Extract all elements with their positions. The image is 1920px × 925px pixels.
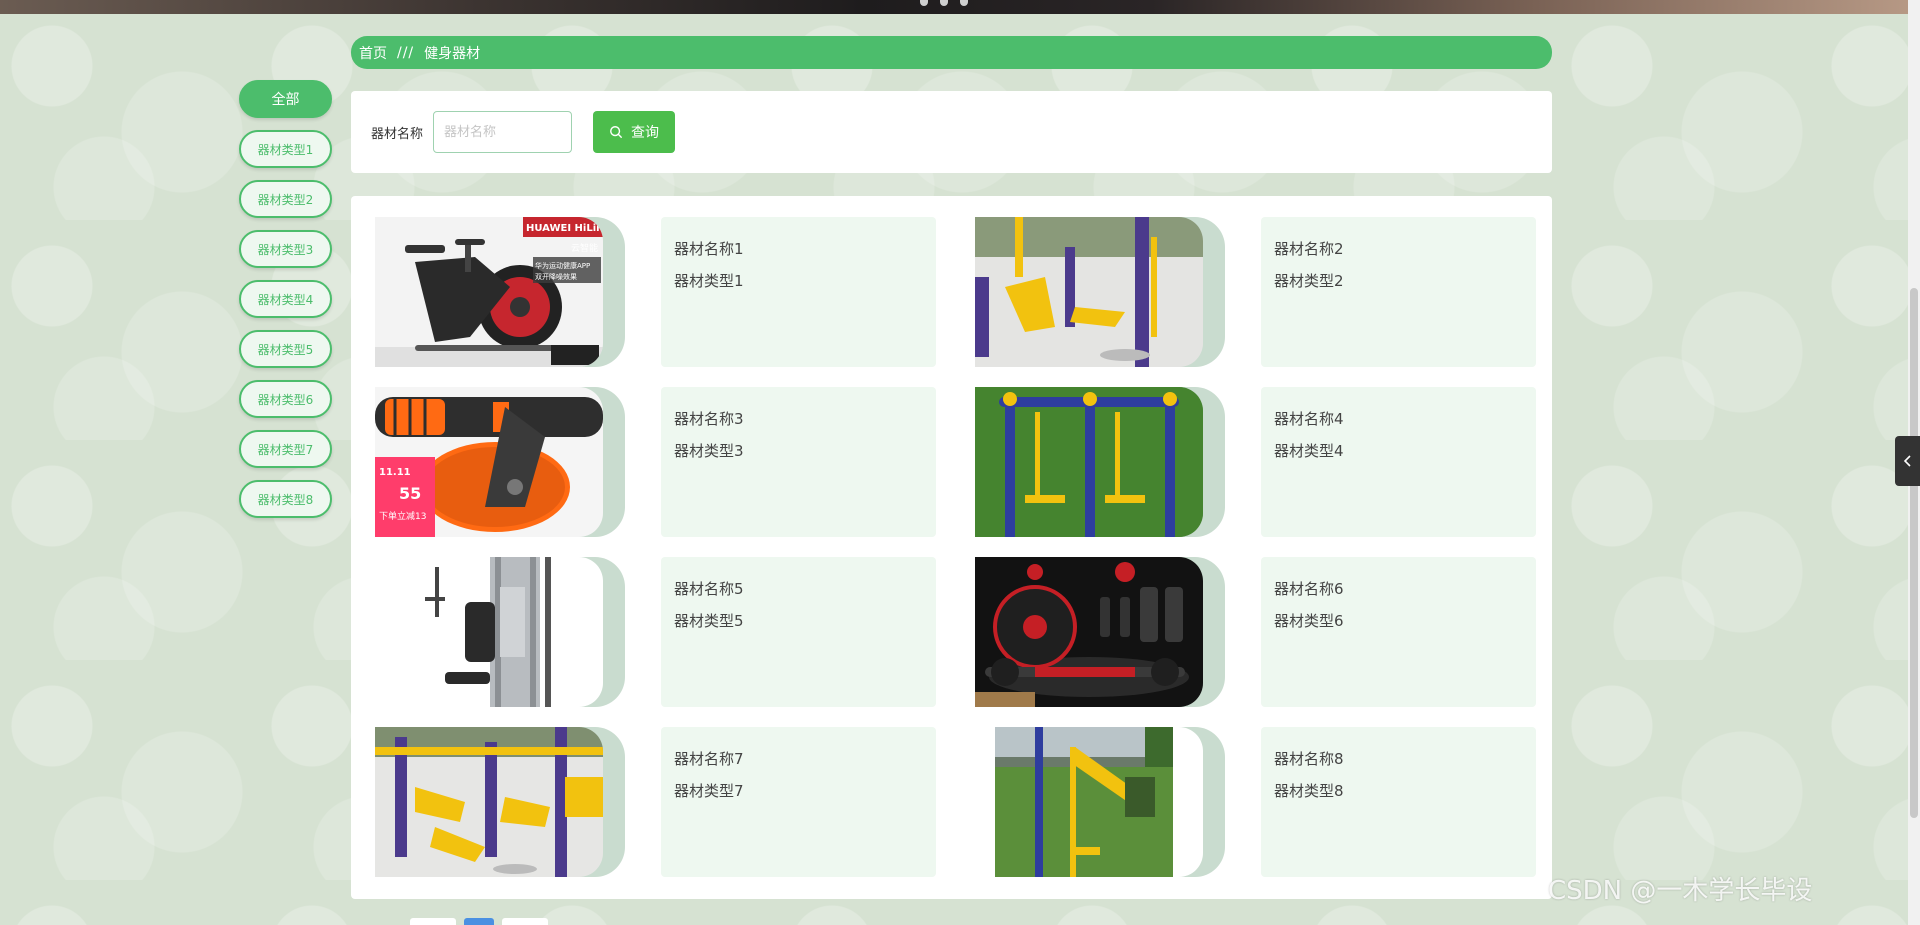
equipment-type: 器材类型5	[674, 612, 744, 630]
equipment-image[interactable]: 11.11 55 下单立减13	[375, 387, 603, 537]
breadcrumb-home[interactable]: 首页	[359, 43, 387, 63]
search-label: 器材名称	[371, 126, 424, 142]
equipment-name: 器材名称5	[674, 580, 744, 598]
image-text-cloud: 云智能	[571, 242, 598, 254]
category-type6-button[interactable]: 器材类型6	[239, 380, 332, 418]
carousel-dot[interactable]	[960, 0, 968, 6]
image-text-brand: HUAWEI HiLink	[526, 223, 603, 234]
equipment-image-frame[interactable]: HUAWEI HiLink 云智能 华为运动健康APP 双开降噪效果	[375, 217, 625, 367]
search-input[interactable]	[433, 111, 573, 153]
equipment-card[interactable]: HUAWEI HiLink 云智能 华为运动健康APP 双开降噪效果 器材名称1…	[375, 217, 955, 367]
equipment-info[interactable]: 器材名称7 器材类型7	[661, 727, 936, 877]
image-text-sale-date: 11.11	[379, 467, 411, 478]
carousel-dot[interactable]	[940, 0, 948, 6]
category-type3-button[interactable]: 器材类型3	[239, 230, 332, 268]
equipment-card[interactable]: 器材名称5 器材类型5	[375, 557, 955, 707]
equipment-name: 器材名称7	[674, 750, 744, 768]
equipment-card[interactable]: 器材名称6 器材类型6	[975, 557, 1555, 707]
equipment-name: 器材名称3	[674, 410, 744, 428]
chevron-left-icon	[1903, 455, 1911, 467]
equipment-image-frame[interactable]	[975, 387, 1225, 537]
equipment-name: 器材名称8	[1274, 750, 1344, 768]
side-panel-toggle[interactable]	[1895, 436, 1920, 486]
category-all-button[interactable]: 全部	[239, 80, 332, 118]
equipment-card[interactable]: 器材名称7 器材类型7	[375, 727, 955, 877]
equipment-card[interactable]: 器材名称2 器材类型2	[975, 217, 1555, 367]
image-text-price: 55	[399, 484, 421, 503]
category-type5-button[interactable]: 器材类型5	[239, 330, 332, 368]
equipment-info[interactable]: 器材名称6 器材类型6	[1261, 557, 1536, 707]
equipment-info[interactable]: 器材名称3 器材类型3	[661, 387, 936, 537]
search-panel: 器材名称 查询	[351, 91, 1552, 173]
equipment-card[interactable]: 器材名称4 器材类型4	[975, 387, 1555, 537]
carousel-indicators[interactable]	[920, 0, 968, 6]
breadcrumb-current: 健身器材	[424, 45, 481, 62]
equipment-image[interactable]	[975, 727, 1203, 877]
image-text-app: 华为运动健康APP	[535, 261, 590, 270]
equipment-type: 器材类型4	[1274, 442, 1344, 460]
equipment-info[interactable]: 器材名称1 器材类型1	[661, 217, 936, 367]
equipment-image-frame[interactable]	[375, 727, 625, 877]
breadcrumb: 首页 /// 健身器材	[351, 36, 1552, 69]
equipment-type: 器材类型8	[1274, 782, 1344, 800]
equipment-info[interactable]: 器材名称2 器材类型2	[1261, 217, 1536, 367]
equipment-image-frame[interactable]	[975, 557, 1225, 707]
search-button-label: 查询	[631, 124, 660, 140]
category-type2-button[interactable]: 器材类型2	[239, 180, 332, 218]
equipment-info[interactable]: 器材名称8 器材类型8	[1261, 727, 1536, 877]
equipment-card[interactable]: 11.11 55 下单立减13 器材名称3 器材类型3	[375, 387, 955, 537]
equipment-name: 器材名称1	[674, 240, 744, 258]
category-type4-button[interactable]: 器材类型4	[239, 280, 332, 318]
equipment-image-frame[interactable]	[975, 217, 1225, 367]
image-text-feature: 双开降噪效果	[535, 272, 577, 281]
watermark: CSDN @一木学长毕设	[1548, 876, 1813, 906]
equipment-image[interactable]: HUAWEI HiLink 云智能 华为运动健康APP 双开降噪效果	[375, 217, 603, 367]
image-text-discount: 下单立减13	[379, 510, 426, 522]
equipment-info[interactable]: 器材名称5 器材类型5	[661, 557, 936, 707]
equipment-name: 器材名称6	[1274, 580, 1344, 598]
equipment-image[interactable]	[975, 557, 1203, 707]
equipment-image[interactable]	[975, 387, 1203, 537]
equipment-type: 器材类型2	[1274, 272, 1344, 290]
pagination-item-active[interactable]	[464, 918, 494, 925]
equipment-info[interactable]: 器材名称4 器材类型4	[1261, 387, 1536, 537]
pagination-item[interactable]	[410, 918, 456, 925]
category-sidebar: 全部 器材类型1 器材类型2 器材类型3 器材类型4 器材类型5 器材类型6 器…	[239, 80, 334, 530]
equipment-name: 器材名称4	[1274, 410, 1344, 428]
pagination-item[interactable]	[502, 918, 548, 925]
pagination	[410, 918, 548, 925]
breadcrumb-separator: ///	[397, 44, 415, 61]
equipment-name: 器材名称2	[1274, 240, 1344, 258]
category-type1-button[interactable]: 器材类型1	[239, 130, 332, 168]
search-icon	[610, 126, 622, 138]
category-type8-button[interactable]: 器材类型8	[239, 480, 332, 518]
category-type7-button[interactable]: 器材类型7	[239, 430, 332, 468]
equipment-image-frame[interactable]	[975, 727, 1225, 877]
equipment-card[interactable]: 器材名称8 器材类型8	[975, 727, 1555, 877]
equipment-image[interactable]	[375, 727, 603, 877]
equipment-image-frame[interactable]: 11.11 55 下单立减13	[375, 387, 625, 537]
equipment-type: 器材类型1	[674, 272, 744, 290]
equipment-type: 器材类型7	[674, 782, 744, 800]
equipment-type: 器材类型6	[1274, 612, 1344, 630]
search-button[interactable]: 查询	[593, 111, 676, 153]
equipment-image[interactable]	[975, 217, 1203, 367]
carousel-dot[interactable]	[920, 0, 928, 6]
equipment-image-frame[interactable]	[375, 557, 625, 707]
equipment-grid: HUAWEI HiLink 云智能 华为运动健康APP 双开降噪效果 器材名称1…	[351, 196, 1552, 899]
equipment-image[interactable]	[375, 557, 603, 707]
scrollbar-thumb[interactable]	[1910, 288, 1918, 818]
equipment-type: 器材类型3	[674, 442, 744, 460]
